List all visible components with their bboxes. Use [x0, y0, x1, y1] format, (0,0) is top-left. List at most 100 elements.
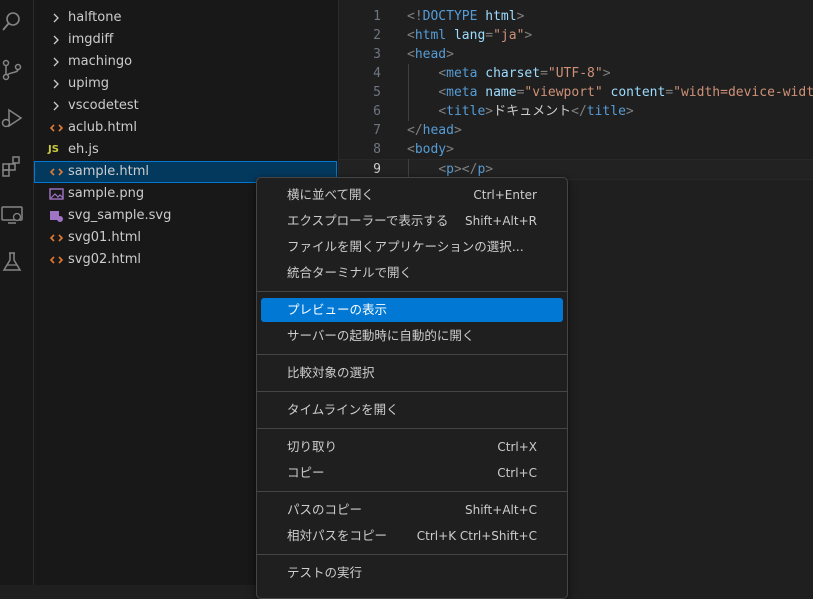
- code-token: DOCTYPE: [422, 9, 478, 24]
- code-text: <head>: [407, 45, 454, 64]
- context-menu-item[interactable]: 比較対象の選択: [261, 361, 563, 385]
- source-control-icon[interactable]: [0, 58, 24, 82]
- search-icon[interactable]: [0, 10, 24, 34]
- context-menu-item[interactable]: 切り取り Ctrl+X: [261, 435, 563, 459]
- code-token: "UTF-8": [547, 66, 603, 81]
- code-token: title: [446, 104, 486, 119]
- code-token: html: [485, 9, 517, 24]
- code-token: name: [485, 85, 517, 100]
- menu-item-label: タイムラインを開く: [287, 402, 399, 417]
- chevron-right-icon: [48, 7, 66, 29]
- code-text: </head>: [407, 121, 462, 140]
- indent-guide: [408, 159, 409, 178]
- context-menu-item[interactable]: 横に並べて開く Ctrl+Enter: [261, 183, 563, 207]
- code-token: </: [407, 123, 423, 138]
- code-token: <: [438, 85, 447, 100]
- explorer-folder-item[interactable]: vscodetest: [34, 95, 337, 117]
- menu-item-shortcut: Ctrl+Enter: [473, 188, 537, 202]
- explorer-file-item[interactable]: JS eh.js: [34, 139, 337, 161]
- explorer-item-label: aclub.html: [68, 120, 137, 135]
- context-menu-item[interactable]: 統合ターミナルで開く: [261, 261, 563, 285]
- explorer-item-label: svg01.html: [68, 230, 142, 245]
- context-menu-item[interactable]: エクスプローラーで表示する Shift+Alt+R: [261, 209, 563, 233]
- code-token: <: [438, 66, 447, 81]
- code-token: <: [407, 47, 415, 62]
- explorer-file-item[interactable]: aclub.html: [34, 117, 337, 139]
- html-file-icon: [48, 227, 66, 249]
- code-token: ></: [453, 162, 478, 177]
- code-text: <body>: [407, 140, 454, 159]
- context-menu-item[interactable]: テストの実行: [261, 561, 563, 585]
- code-token: "width=device-width: [673, 85, 813, 100]
- extensions-icon[interactable]: [0, 154, 24, 178]
- code-token: <!: [407, 9, 423, 24]
- code-token: charset: [485, 66, 541, 81]
- context-menu-item[interactable]: コピー Ctrl+C: [261, 461, 563, 485]
- menu-item-label: 統合ターミナルで開く: [287, 265, 413, 280]
- explorer-item-label: vscodetest: [68, 98, 139, 113]
- menu-item-shortcut: Ctrl+X: [497, 440, 537, 454]
- js-file-icon: JS: [48, 144, 59, 155]
- menu-item-label: コピー: [287, 465, 325, 480]
- menu-item-label: パスのコピー: [287, 502, 363, 517]
- context-menu-item[interactable]: ファイルを開くアプリケーションの選択...: [261, 235, 563, 259]
- code-line[interactable]: 1 <!DOCTYPE html>: [339, 7, 813, 26]
- menu-separator: [257, 354, 567, 355]
- explorer-folder-item[interactable]: halftone: [34, 7, 337, 29]
- code-token: <: [438, 162, 447, 177]
- explorer-folder-item[interactable]: upimg: [34, 73, 337, 95]
- menu-separator: [257, 291, 567, 292]
- explorer-item-label: sample.html: [68, 164, 150, 179]
- code-line[interactable]: 7 </head>: [339, 121, 813, 140]
- code-token: >: [485, 162, 494, 177]
- testing-icon[interactable]: [0, 250, 24, 274]
- code-token: >: [485, 104, 494, 119]
- context-menu-item[interactable]: タイムラインを開く: [261, 398, 563, 422]
- code-line[interactable]: 2 <html lang="ja">: [339, 26, 813, 45]
- menu-item-label: ファイルを開くアプリケーションの選択...: [287, 239, 524, 254]
- code-token: head: [422, 123, 454, 138]
- code-line[interactable]: 8 <body>: [339, 140, 813, 159]
- code-token: >: [516, 9, 525, 24]
- context-menu-item[interactable]: 相対パスをコピー Ctrl+K Ctrl+Shift+C: [261, 524, 563, 548]
- context-menu-item[interactable]: パスのコピー Shift+Alt+C: [261, 498, 563, 522]
- context-menu-item[interactable]: サーバーの起動時に自動的に開く: [261, 324, 563, 348]
- explorer-item-label: upimg: [68, 76, 110, 91]
- run-debug-icon[interactable]: [0, 106, 24, 130]
- code-token: >: [524, 28, 533, 43]
- menu-item-shortcut: Shift+Alt+C: [464, 503, 537, 517]
- line-number: 6: [373, 104, 381, 119]
- menu-item-label: サーバーの起動時に自動的に開く: [287, 328, 475, 343]
- menu-item-label: 切り取り: [287, 439, 338, 454]
- code-line[interactable]: 4 <meta charset="UTF-8">: [339, 64, 813, 83]
- explorer-folder-item[interactable]: imgdiff: [34, 29, 337, 51]
- remote-explorer-icon[interactable]: [0, 202, 24, 226]
- activity-bar: [0, 0, 34, 585]
- chevron-right-icon: [48, 95, 66, 117]
- context-menu-item[interactable]: プレビューの表示: [261, 298, 563, 322]
- code-token: html: [414, 28, 447, 43]
- explorer-item-label: imgdiff: [68, 32, 114, 47]
- explorer-folder-item[interactable]: machingo: [34, 51, 337, 73]
- menu-item-label: 横に並べて開く: [287, 187, 375, 202]
- code-token: ドキュメント: [493, 104, 572, 119]
- menu-item-label: エクスプローラーで表示する: [287, 213, 449, 228]
- line-number: 1: [373, 9, 381, 24]
- code-text: <meta charset="UTF-8">: [407, 64, 611, 83]
- code-token: meta: [446, 66, 478, 81]
- code-token: >: [602, 66, 611, 81]
- line-number: 7: [373, 123, 381, 138]
- line-number: 3: [373, 47, 381, 62]
- code-line[interactable]: 6 <title>ドキュメント</title>: [339, 102, 813, 121]
- code-token: title: [586, 104, 626, 119]
- code-token: >: [446, 142, 454, 157]
- code-line[interactable]: 5 <meta name="viewport" content="width=d…: [339, 83, 813, 102]
- code-token: >: [625, 104, 634, 119]
- code-line[interactable]: 3 <head>: [339, 45, 813, 64]
- menu-separator: [257, 428, 567, 429]
